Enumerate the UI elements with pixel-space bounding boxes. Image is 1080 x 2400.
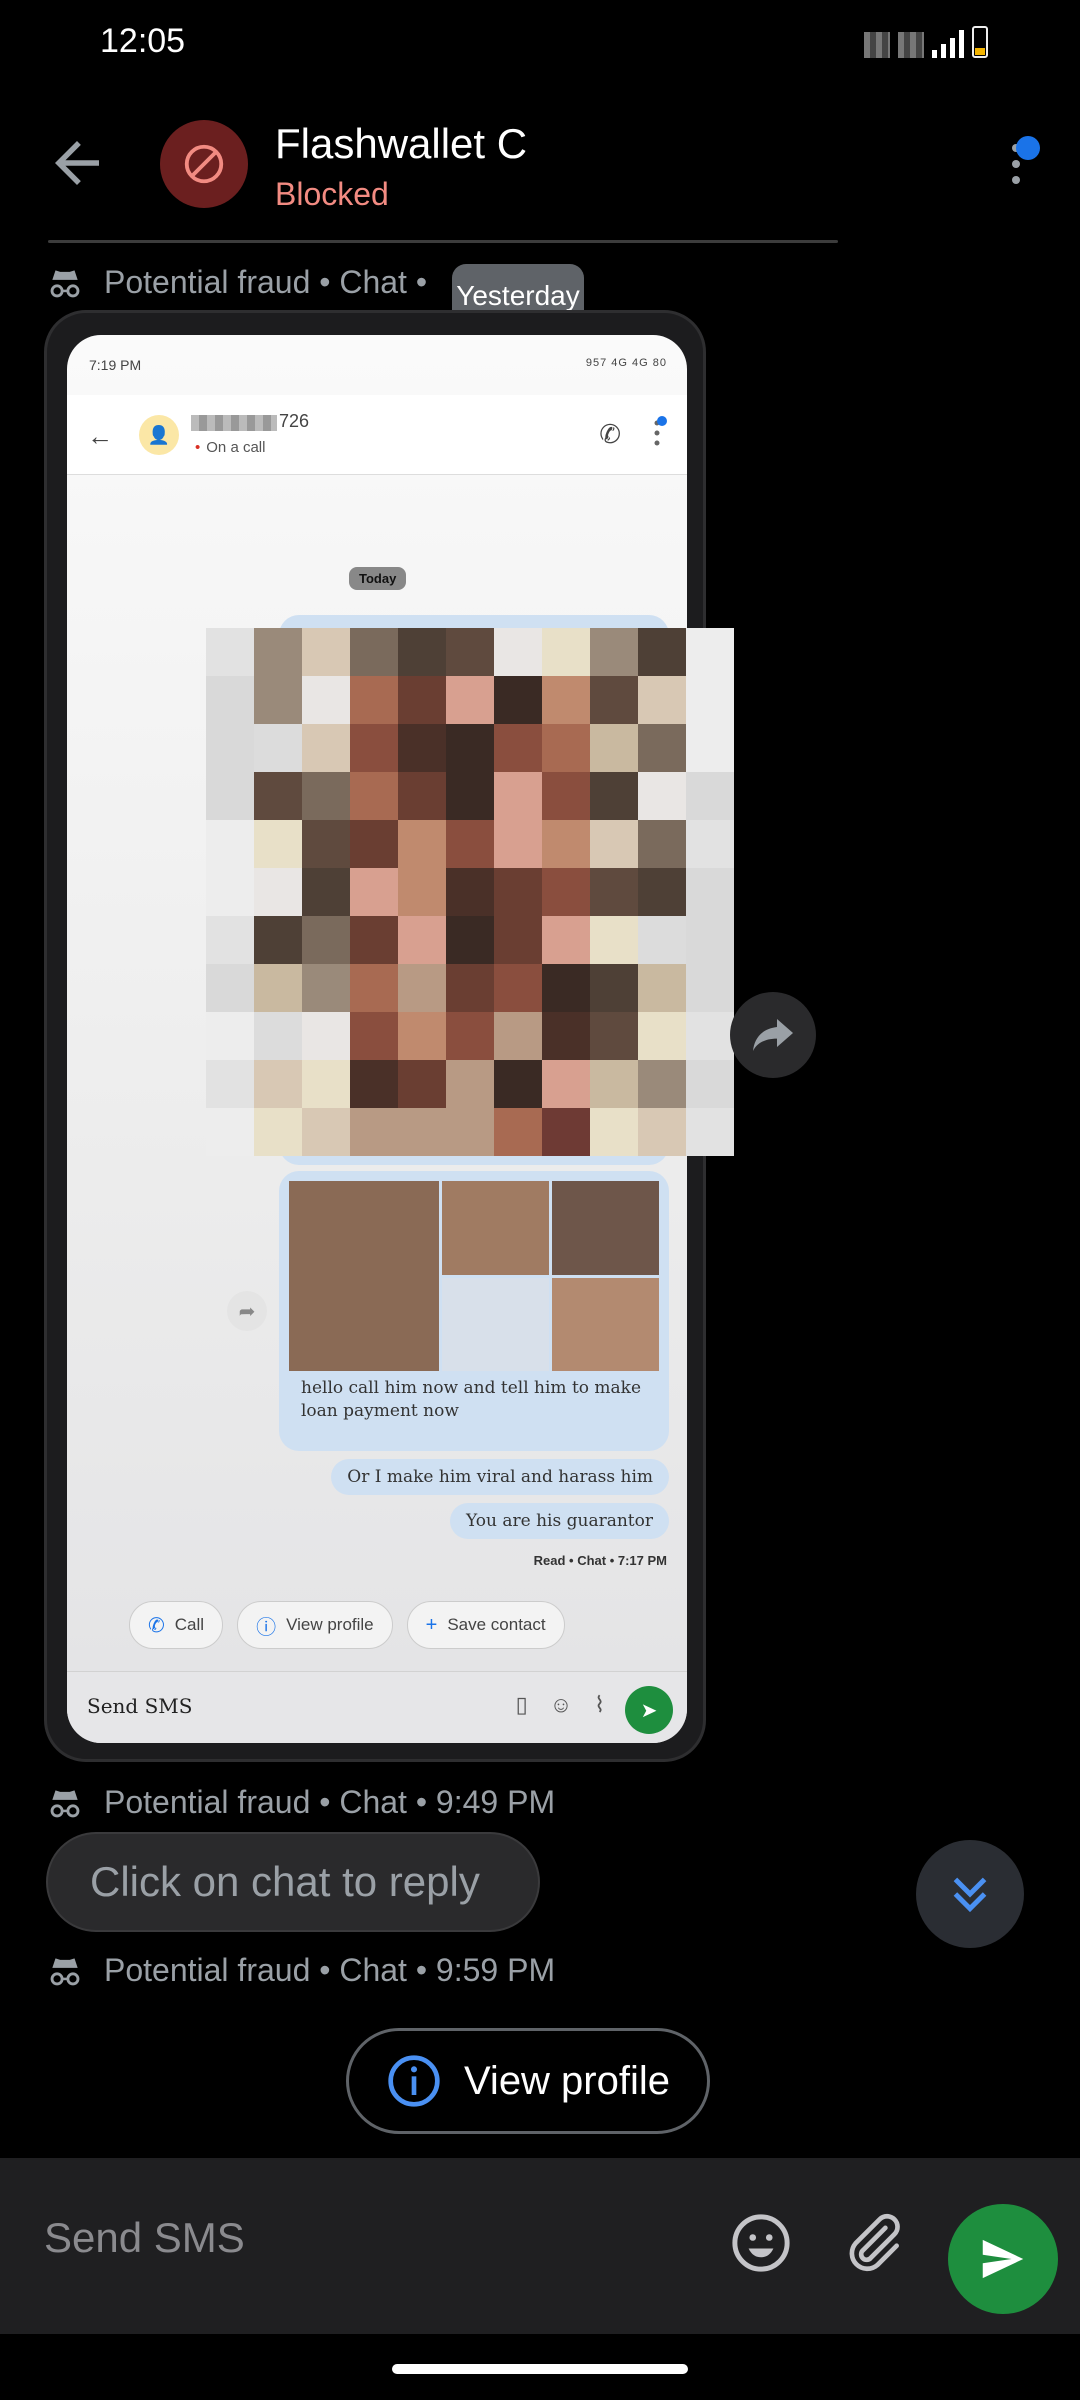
contact-name[interactable]: Flashwallet C	[275, 120, 527, 168]
screenshot-message: Or I make him viral and harass him	[331, 1459, 669, 1495]
screenshot-call-status: On a call	[195, 439, 265, 456]
send-icon: ➤	[625, 1686, 673, 1734]
more-options-button[interactable]	[990, 130, 1040, 200]
battery-icon	[972, 26, 988, 58]
emoji-icon	[732, 2214, 790, 2272]
emoji-button[interactable]	[728, 2210, 794, 2276]
emoji-icon: ☺	[549, 1692, 573, 1717]
back-arrow-icon	[55, 141, 99, 185]
status-time: 12:05	[100, 22, 186, 60]
notification-dot	[1016, 136, 1040, 160]
attach-icon: ⌇	[594, 1692, 605, 1717]
message-meta: Potential fraud • Chat •	[46, 264, 427, 301]
spy-icon	[50, 1957, 80, 1985]
screenshot-image-collage: hello call him now and tell him to make …	[279, 1171, 669, 1451]
screenshot-message: You are his guarantor	[450, 1503, 669, 1539]
screenshot-date-label: Today	[349, 567, 407, 590]
blurred-number	[191, 415, 277, 431]
message-meta-text: Potential fraud • Chat • 9:49 PM	[104, 1784, 556, 1820]
previous-message-edge	[48, 240, 838, 243]
phone-icon: ✆	[599, 419, 621, 449]
collage-image	[289, 1181, 659, 1371]
add-person-icon: +	[425, 1613, 438, 1636]
notification-icon	[898, 32, 924, 58]
share-icon: ➦	[227, 1291, 267, 1331]
back-arrow-icon: ←	[87, 421, 113, 451]
forward-button[interactable]	[730, 992, 816, 1078]
send-icon	[982, 2239, 1024, 2279]
back-button[interactable]	[44, 130, 110, 196]
screenshot-save-chip: + Save contact	[406, 1601, 565, 1649]
screenshot-call-chip: ✆ Call	[129, 1601, 224, 1649]
view-profile-button[interactable]: View profile	[346, 2028, 710, 2134]
gesture-nav-handle[interactable]	[392, 2364, 688, 2374]
spy-icon	[50, 269, 80, 297]
status-icons	[864, 26, 988, 58]
contact-status: Blocked	[275, 176, 389, 212]
screenshot-caption: hello call him now and tell him to make …	[301, 1378, 642, 1421]
screenshot-status-time: 7:19 PM	[89, 357, 142, 373]
reply-chip[interactable]: Click on chat to reply	[46, 1832, 540, 1932]
screenshot-read-receipt: Read • Chat • 7:17 PM	[533, 1553, 667, 1568]
signal-icon	[932, 30, 964, 58]
message-meta: Potential fraud • Chat • 9:59 PM	[46, 1952, 555, 1989]
blocked-avatar[interactable]	[160, 120, 248, 208]
screenshot-compose-icons: ▯ ☺ ⌇	[516, 1692, 605, 1718]
screenshot-compose-placeholder: Send SMS	[87, 1694, 193, 1718]
screenshot-actions: ✆ Call ⓘ View profile + Save contact	[129, 1601, 565, 1649]
paperclip-icon	[849, 2213, 900, 2272]
view-profile-label: View profile	[463, 2058, 671, 2103]
sms-input[interactable]: Send SMS	[44, 2214, 245, 2262]
more-vert-icon	[649, 413, 669, 453]
message-meta-text: Potential fraud • Chat • 9:59 PM	[104, 1952, 556, 1988]
sim-icon: ▯	[515, 1692, 528, 1717]
screenshot-status-icons: 957 4G 4G 80	[585, 357, 667, 369]
screenshot-header: ← 👤 726 On a call ✆	[67, 395, 687, 475]
send-button[interactable]	[948, 2204, 1058, 2314]
compose-bar: Send SMS	[0, 2158, 1080, 2334]
message-meta-text: Potential fraud • Chat •	[104, 264, 428, 300]
screenshot-contact-number: 726	[279, 411, 310, 431]
info-icon	[388, 2055, 440, 2107]
scroll-to-bottom-button[interactable]	[916, 1840, 1024, 1948]
message-meta: Potential fraud • Chat • 9:49 PM	[46, 1784, 555, 1821]
block-icon	[184, 144, 224, 184]
pixelated-censor	[206, 628, 734, 1156]
info-icon: ⓘ	[256, 1616, 277, 1639]
status-bar: 12:05	[0, 0, 1080, 84]
phone-icon: ✆	[148, 1614, 165, 1637]
screenshot-profile-chip: ⓘ View profile	[237, 1601, 393, 1649]
screenshot-compose-bar: Send SMS ▯ ☺ ⌇ ➤	[67, 1671, 687, 1743]
forward-icon	[753, 1019, 793, 1051]
double-chevron-down-icon	[953, 1877, 987, 1913]
person-icon: 👤	[139, 415, 179, 455]
attach-button[interactable]	[840, 2208, 906, 2278]
spy-icon	[50, 1789, 80, 1817]
notification-icon	[864, 32, 890, 58]
conversation-header: Flashwallet C Blocked	[0, 100, 1080, 240]
